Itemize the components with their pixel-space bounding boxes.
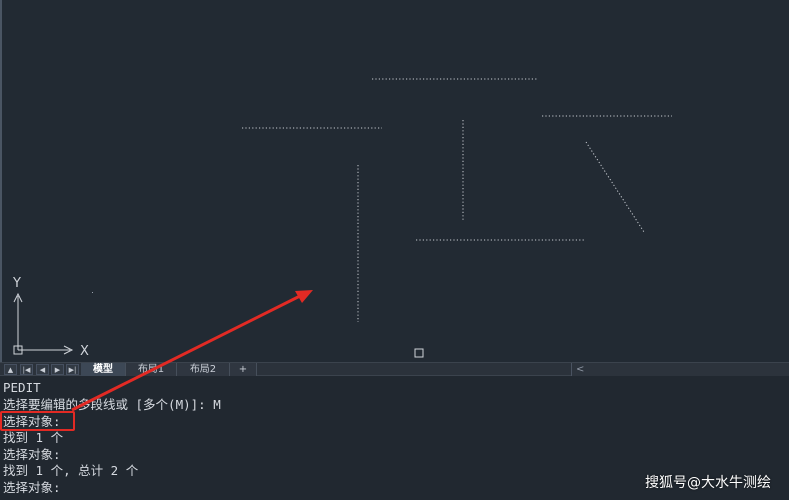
triangle-up-icon[interactable]: ▲ — [4, 364, 17, 375]
command-line: 找到 1 个 — [3, 430, 64, 445]
command-line: 找到 1 个, 总计 2 个 — [3, 463, 139, 478]
dotted-polyline-diagonal[interactable] — [585, 141, 645, 233]
next-tab-icon[interactable]: ▶ — [51, 364, 64, 375]
last-tab-icon[interactable]: ▶| — [66, 364, 79, 375]
tab-layout1[interactable]: 布局1 — [126, 363, 177, 376]
watermark: 搜狐号@大水牛测绘 — [645, 475, 771, 491]
grip-square[interactable] — [414, 348, 424, 358]
layout-tab-bar: ▲ |◀ ◀ ▶ ▶| 模型 布局1 布局2 + < — [0, 362, 789, 376]
tab-layout2[interactable]: 布局2 — [177, 363, 230, 376]
ucs-icon — [13, 292, 74, 355]
drawing-canvas[interactable]: Y X — [2, 0, 789, 362]
command-line: 选择对象: — [3, 447, 61, 462]
point-marker — [92, 292, 93, 293]
annotation-highlight-box — [0, 411, 75, 431]
horizontal-scrollbar[interactable]: < — [571, 363, 789, 376]
tab-model[interactable]: 模型 — [81, 363, 126, 376]
ucs-y-label: Y — [12, 276, 21, 291]
command-prompt[interactable]: 选择对象: — [3, 479, 61, 496]
prev-tab-icon[interactable]: ◀ — [36, 364, 49, 375]
add-layout-tab[interactable]: + — [230, 363, 257, 376]
drawing-viewport[interactable]: Y X — [0, 0, 789, 362]
ucs-x-label: X — [80, 344, 89, 359]
first-tab-icon[interactable]: |◀ — [20, 364, 33, 375]
command-line: PEDIT — [3, 380, 41, 395]
scroll-left-icon[interactable]: < — [576, 363, 584, 376]
